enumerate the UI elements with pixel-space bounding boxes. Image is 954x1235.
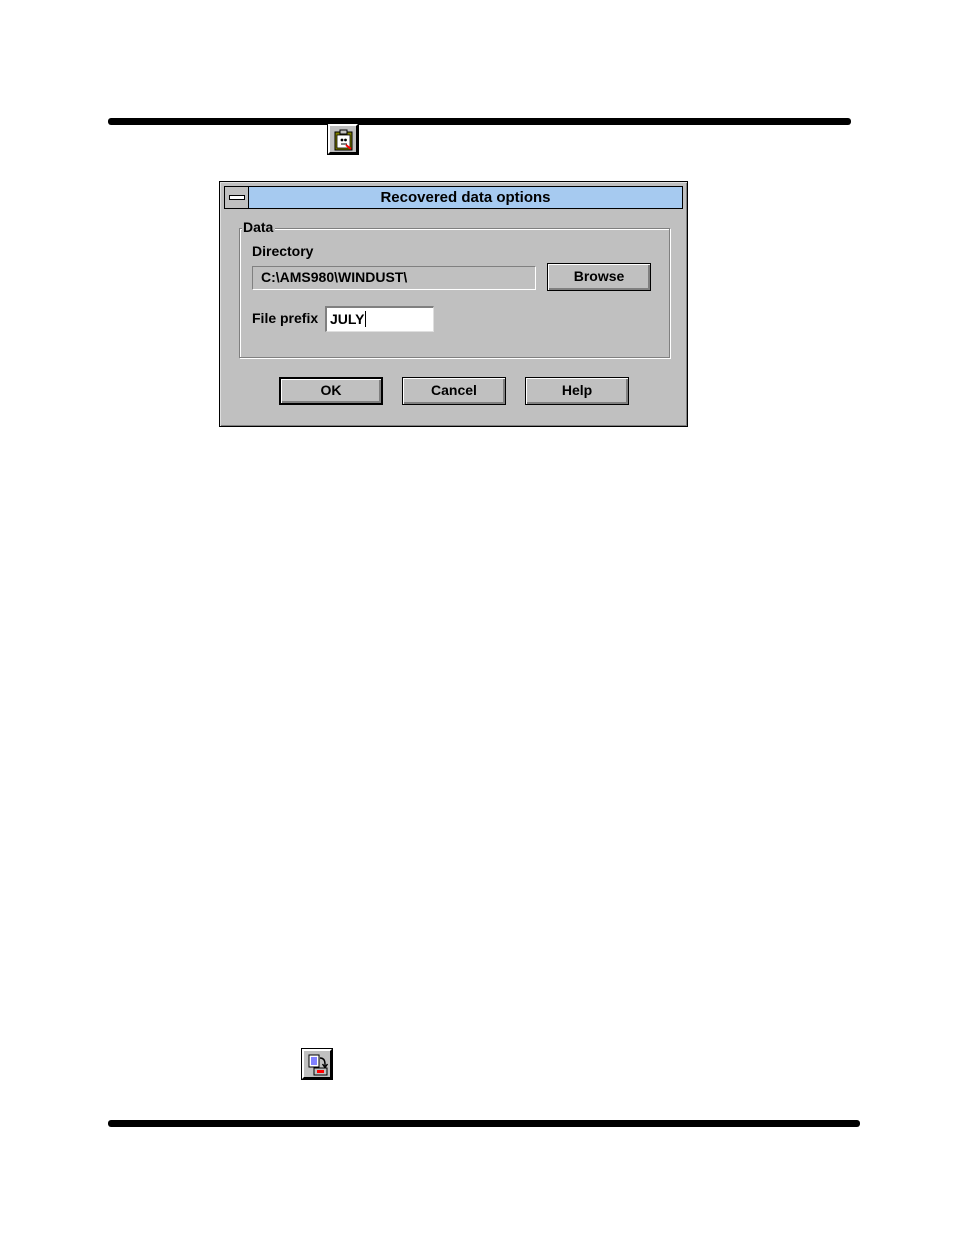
document-transfer-icon[interactable]	[302, 1049, 332, 1079]
data-group-label: Data	[242, 218, 276, 236]
system-menu-button[interactable]	[225, 187, 249, 208]
file-prefix-label: File prefix	[252, 310, 319, 326]
clipboard-options-icon[interactable]	[328, 124, 358, 154]
text-caret	[364, 311, 366, 327]
file-prefix-value: JULY	[330, 311, 365, 327]
ok-button[interactable]: OK	[279, 377, 383, 405]
browse-button[interactable]: Browse	[547, 263, 651, 291]
system-menu-icon	[229, 195, 245, 200]
file-prefix-input[interactable]: JULY	[325, 306, 434, 332]
help-button[interactable]: Help	[525, 377, 629, 405]
directory-label: Directory	[252, 243, 314, 259]
directory-field: C:\AMS980\WINDUST\	[252, 266, 536, 290]
cancel-button[interactable]: Cancel	[402, 377, 506, 405]
titlebar: Recovered data options	[224, 186, 683, 209]
bottom-rule	[108, 1120, 860, 1127]
dialog-title: Recovered data options	[380, 189, 551, 206]
recovered-data-options-dialog: Recovered data options Data Directory C:…	[219, 181, 688, 427]
top-rule	[108, 118, 851, 125]
